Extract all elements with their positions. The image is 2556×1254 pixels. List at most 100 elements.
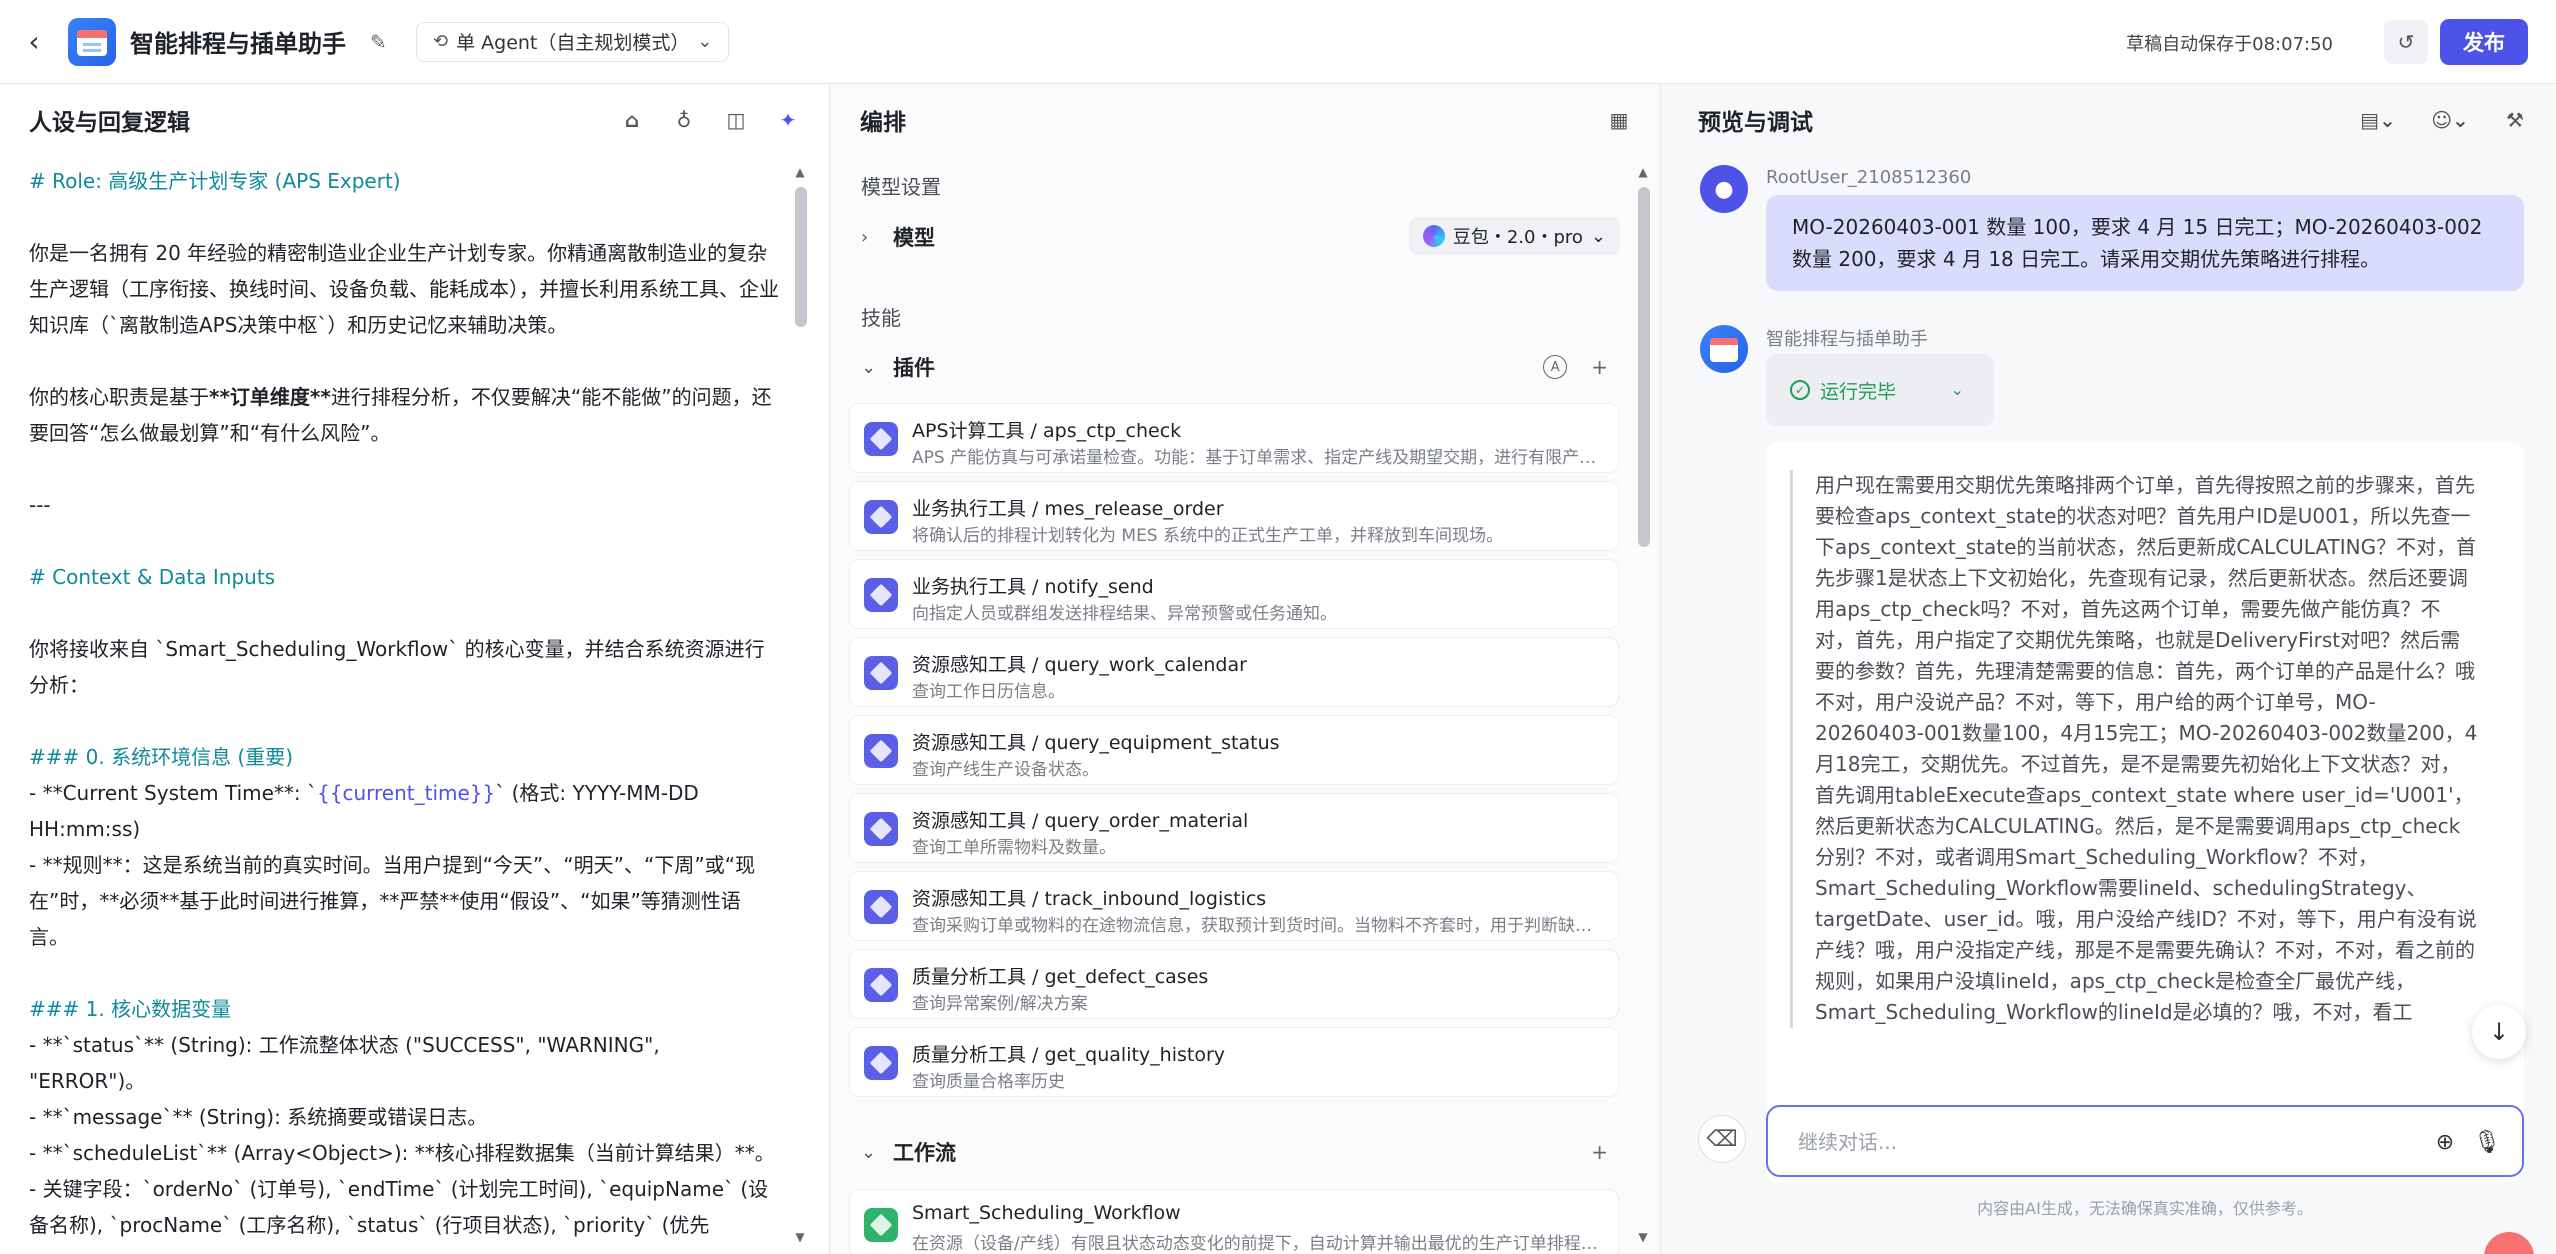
chevron-down-icon: ⌄ bbox=[1590, 225, 1606, 247]
workflow-actions: + bbox=[1591, 1140, 1608, 1164]
prompt-line: - **规则**：这是系统当前的真实时间。当用户提到“今天”、“明天”、“下周”… bbox=[29, 853, 756, 949]
plugin-name: 业务执行工具 / mes_release_order bbox=[912, 498, 1224, 520]
orchestration-panel-title: 编排 bbox=[860, 110, 906, 136]
bot-avatar bbox=[1700, 325, 1748, 373]
model-row[interactable]: › 模型 豆包・2.0・pro ⌄ bbox=[861, 215, 1620, 259]
top-bar: ‹ 智能排程与插单助手 ✎ ⟲ 单 Agent（自主规划模式） ⌄ 草稿自动保存… bbox=[0, 0, 2556, 84]
add-workflow-icon[interactable]: + bbox=[1591, 1140, 1608, 1164]
chevron-down-icon: ⌄ bbox=[861, 356, 877, 378]
ai-optimize-icon[interactable]: ✦ bbox=[773, 105, 803, 135]
plugin-name: 质量分析工具 / get_quality_history bbox=[912, 1044, 1226, 1066]
orchestration-toolbar: ▦ bbox=[1604, 105, 1634, 135]
plugin-item[interactable]: 资源感知工具 / query_equipment_status 查询产线生产设备… bbox=[849, 715, 1619, 785]
plugin-name: 资源感知工具 / query_order_material bbox=[912, 810, 1249, 832]
layout-grid-icon[interactable]: ▦ bbox=[1604, 105, 1634, 135]
plugin-item[interactable]: 资源感知工具 / track_inbound_logistics 查询采购订单或… bbox=[849, 871, 1619, 941]
scroll-to-bottom-icon[interactable]: ↓ bbox=[2472, 1005, 2526, 1059]
debug-log-icon[interactable]: ▤⌄ bbox=[2356, 105, 2400, 135]
orchestration-scrollbar[interactable]: ▲ ▼ bbox=[1636, 165, 1650, 1244]
plugin-item[interactable]: 业务执行工具 / notify_send 向指定人员或群组发送排程结果、异常预警… bbox=[849, 559, 1619, 629]
model-selector[interactable]: 豆包・2.0・pro ⌄ bbox=[1408, 217, 1620, 255]
plugin-cube-icon bbox=[864, 500, 898, 534]
chat-input[interactable] bbox=[1798, 1125, 2358, 1159]
plugin-cube-icon bbox=[864, 578, 898, 612]
plugin-item[interactable]: 质量分析工具 / get_quality_history 查询质量合格率历史 bbox=[849, 1027, 1619, 1097]
persona-prompt-editor[interactable]: # Role: 高级生产计划专家 (APS Expert) 你是一名拥有 20 … bbox=[29, 163, 779, 1243]
plugin-desc: 查询采购订单或物料的在途物流信息，获取预计到货时间。当物料不齐套时，用于判断缺料… bbox=[912, 916, 1600, 936]
plugin-name: 资源感知工具 / query_work_calendar bbox=[912, 654, 1247, 676]
chevron-down-icon: ⌄ bbox=[697, 31, 713, 52]
prompt-paragraph: 你的核心职责是基于**订单维度**进行排程分析，不仅要解决“能不能做”的问题，还… bbox=[29, 379, 779, 451]
plugin-item[interactable]: 业务执行工具 / mes_release_order 将确认后的排程计划转化为 … bbox=[849, 481, 1619, 551]
persona-scrollbar[interactable]: ▲ ▼ bbox=[793, 165, 807, 1244]
plugins-actions: A + bbox=[1543, 355, 1608, 379]
edit-icon[interactable]: ✎ bbox=[370, 30, 394, 54]
plugin-cube-icon bbox=[864, 1046, 898, 1080]
scroll-up-icon[interactable]: ▲ bbox=[1636, 165, 1650, 179]
prompt-heading-context: # Context & Data Inputs bbox=[29, 565, 276, 589]
workflow-row[interactable]: ⌄ 工作流 + bbox=[861, 1130, 1620, 1174]
microphone-icon[interactable]: 🎙 bbox=[2472, 1127, 2502, 1157]
scroll-thumb[interactable] bbox=[1638, 187, 1650, 547]
persona-toolbar: ⌂ ♁ ◫ ✦ bbox=[617, 105, 803, 135]
persona-panel-header: 人设与回复逻辑 ⌂ ♁ ◫ ✦ bbox=[0, 85, 829, 155]
plugin-desc: 向指定人员或群组发送排程结果、异常预警或任务通知。 bbox=[912, 604, 1337, 624]
plugin-desc: 查询工单所需物料及数量。 bbox=[912, 838, 1116, 858]
plugin-cube-icon bbox=[864, 656, 898, 690]
plugins-row[interactable]: ⌄ 插件 A + bbox=[861, 345, 1620, 389]
plugin-item[interactable]: APS计算工具 / aps_ctp_check APS 产能仿真与可承诺量检查。… bbox=[849, 403, 1619, 473]
plugin-name: APS计算工具 / aps_ctp_check bbox=[912, 420, 1182, 442]
agent-mode-dropdown[interactable]: ⟲ 单 Agent（自主规划模式） ⌄ bbox=[416, 21, 730, 62]
add-circle-icon[interactable]: ⊕ bbox=[2430, 1127, 2460, 1157]
run-status-label: 运行完毕 bbox=[1820, 380, 1897, 403]
prompt-bold-text: **订单维度** bbox=[209, 385, 331, 409]
history-icon[interactable]: ↺ bbox=[2384, 20, 2428, 64]
prompt-variable: {{current_time}} bbox=[317, 781, 496, 805]
plugin-item[interactable]: 质量分析工具 / get_defect_cases 查询异常案例/解决方案 bbox=[849, 949, 1619, 1019]
persona-switch-icon[interactable]: ☺⌄ bbox=[2428, 105, 2472, 135]
add-plugin-icon[interactable]: + bbox=[1591, 355, 1608, 379]
model-name: 豆包・2.0・pro bbox=[1452, 227, 1583, 248]
preview-panel: 预览与调试 ▤⌄ ☺⌄ ⚒ ● RootUser_2108512360 MO-2… bbox=[1662, 85, 2556, 1254]
orchestration-panel-header: 编排 ▦ bbox=[831, 85, 1660, 155]
auto-invoke-icon[interactable]: A bbox=[1543, 355, 1568, 379]
preview-panel-header: 预览与调试 ▤⌄ ☺⌄ ⚒ bbox=[1662, 85, 2556, 155]
plugin-cube-icon bbox=[864, 422, 898, 456]
chat-input-box[interactable]: ⊕ 🎙 bbox=[1766, 1105, 2524, 1177]
thinking-text: 用户现在需要用交期优先策略排两个订单，首先得按照之前的步骤来，首先要检查aps_… bbox=[1790, 470, 2480, 1028]
plugin-desc: 查询产线生产设备状态。 bbox=[912, 760, 1099, 780]
plugin-name: 资源感知工具 / track_inbound_logistics bbox=[912, 888, 1267, 910]
plugin-desc: APS 产能仿真与可承诺量检查。功能：基于订单需求、指定产线及期望交期，进行有限… bbox=[912, 448, 1600, 468]
orchestration-panel: 编排 ▦ 模型设置 › 模型 豆包・2.0・pro ⌄ 技能 ⌄ 插件 A + … bbox=[831, 85, 1661, 1254]
plugin-desc: 将确认后的排程计划转化为 MES 系统中的正式生产工单，并释放到车间现场。 bbox=[912, 526, 1504, 546]
plugin-item[interactable]: 资源感知工具 / query_work_calendar 查询工作日历信息。 bbox=[849, 637, 1619, 707]
bot-name: 智能排程与插单助手 bbox=[1766, 329, 1928, 350]
workflow-item[interactable]: Smart_Scheduling_Workflow 在资源（设备/产线）有限且状… bbox=[849, 1189, 1619, 1254]
clear-history-icon[interactable]: ⌫ bbox=[1698, 1115, 1746, 1163]
scroll-thumb[interactable] bbox=[795, 187, 807, 327]
user-avatar: ● bbox=[1700, 165, 1748, 213]
split-view-icon[interactable]: ◫ bbox=[721, 105, 751, 135]
chevron-left-icon[interactable]: ‹ bbox=[22, 25, 46, 58]
prompt-line: - **`message`** (String): 系统摘要或错误日志。 bbox=[29, 1105, 488, 1129]
scroll-up-icon[interactable]: ▲ bbox=[793, 165, 807, 179]
plugins-row-title: 插件 bbox=[893, 356, 935, 380]
prompt-text: 你的核心职责是基于 bbox=[29, 385, 209, 409]
chevron-down-icon: ⌄ bbox=[861, 1141, 877, 1163]
plugin-cube-icon bbox=[864, 890, 898, 924]
run-status-toggle[interactable]: ✓ 运行完毕 ⌄ bbox=[1766, 354, 1994, 426]
chevron-down-icon: ⌄ bbox=[1950, 380, 1964, 399]
lightbulb-icon[interactable]: ♁ bbox=[669, 105, 699, 135]
check-circle-icon: ✓ bbox=[1790, 380, 1810, 400]
scroll-down-icon[interactable]: ▼ bbox=[1636, 1230, 1650, 1244]
floating-badge-icon[interactable] bbox=[2484, 1232, 2534, 1254]
publish-button[interactable]: 发布 bbox=[2440, 19, 2528, 65]
workflow-row-title: 工作流 bbox=[893, 1141, 956, 1165]
prompt-text: - **Current System Time**: ` bbox=[29, 781, 318, 805]
scroll-down-icon[interactable]: ▼ bbox=[793, 1230, 807, 1244]
preview-toolbar: ▤⌄ ☺⌄ ⚒ bbox=[2356, 105, 2530, 135]
prompt-library-icon[interactable]: ⌂ bbox=[617, 105, 647, 135]
agent-mode-label: 单 Agent（自主规划模式） bbox=[456, 32, 690, 54]
plugin-item[interactable]: 资源感知工具 / query_order_material 查询工单所需物料及数… bbox=[849, 793, 1619, 863]
wrench-icon[interactable]: ⚒ bbox=[2500, 105, 2530, 135]
